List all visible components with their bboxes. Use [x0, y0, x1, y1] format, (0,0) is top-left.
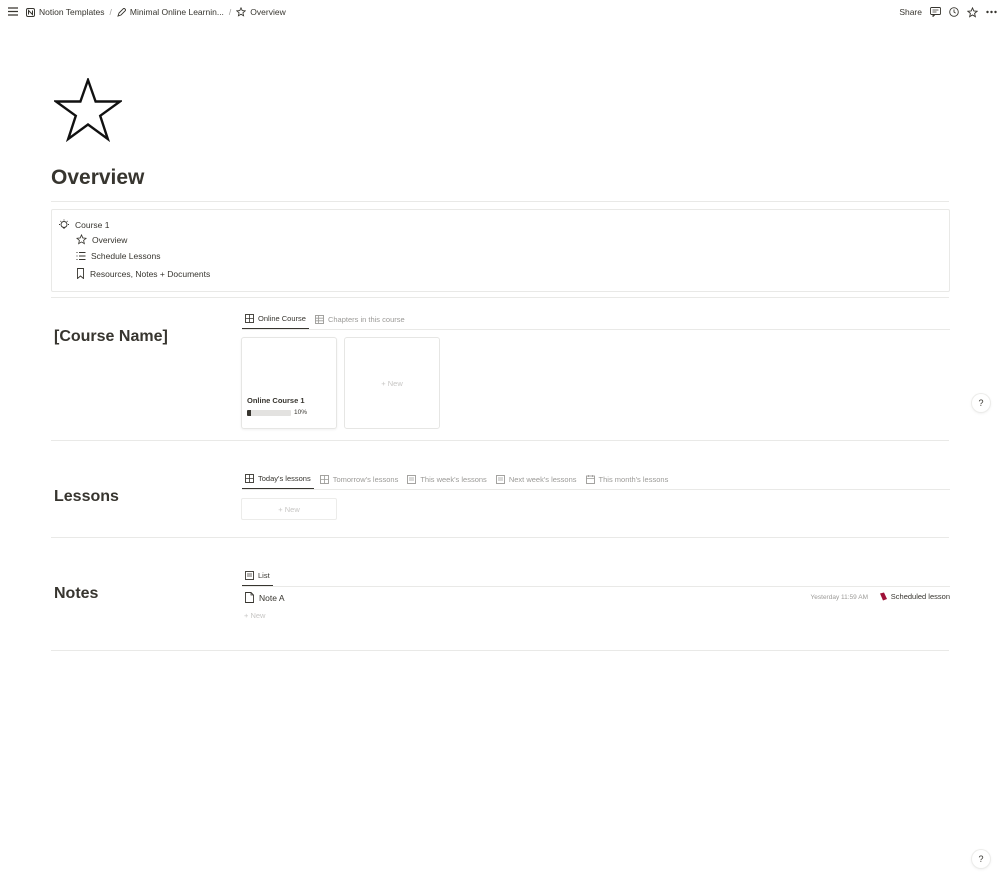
divider — [51, 440, 949, 441]
breadcrumb-minimal-online-learning[interactable]: Minimal Online Learnin... — [117, 7, 224, 17]
toc-course-label: Course 1 — [75, 220, 110, 230]
section-title-notes: Notes — [54, 585, 99, 602]
star-icon — [76, 234, 87, 245]
page-title: Overview — [51, 166, 145, 189]
new-lesson-button[interactable]: + New — [241, 498, 337, 520]
new-card-button[interactable]: + New — [344, 337, 440, 429]
star-icon — [236, 7, 247, 17]
help-button[interactable]: ? — [972, 394, 990, 412]
top-bar: Notion Templates / Minimal Online Learni… — [0, 0, 1005, 24]
toc-item-schedule-lessons[interactable]: Schedule Lessons — [76, 251, 160, 261]
gallery-icon — [245, 314, 254, 323]
divider — [51, 537, 949, 538]
course-nav-box: Course 1 Overview Schedule Lessons Resou… — [51, 209, 950, 292]
lightbulb-icon — [58, 219, 70, 231]
tab-label: This week's lessons — [420, 475, 487, 484]
tab-this-weeks-lessons[interactable]: This week's lessons — [404, 475, 489, 489]
note-title-label: Note A — [259, 592, 285, 603]
card-title: Online Course 1 — [247, 396, 305, 405]
favorite-star-icon[interactable] — [967, 6, 978, 18]
bookmark-icon — [76, 268, 85, 279]
tab-label: Chapters in this course — [327, 315, 405, 324]
divider — [51, 297, 949, 298]
notion-icon — [26, 7, 35, 17]
section-title-lessons: Lessons — [54, 488, 119, 505]
clock-icon[interactable] — [949, 7, 959, 17]
tab-label: Online Course — [258, 314, 306, 323]
checklist-icon — [76, 251, 86, 261]
breadcrumb-separator: / — [228, 7, 232, 17]
breadcrumb-overview[interactable]: Overview — [236, 7, 286, 17]
status-badge-label: Scheduled lesson — [890, 592, 950, 601]
course-tabs: Online Course Chapters in this course — [242, 311, 411, 329]
more-icon[interactable] — [986, 10, 997, 14]
tab-label: Next week's lessons — [508, 475, 577, 484]
toc-item-overview[interactable]: Overview — [76, 234, 127, 245]
tab-label: Tomorrow's lessons — [332, 475, 399, 484]
tab-next-weeks-lessons[interactable]: Next week's lessons — [493, 475, 580, 489]
toc-item-label: Resources, Notes + Documents — [90, 268, 211, 279]
calendar-icon — [585, 475, 595, 484]
tab-underline — [242, 329, 950, 330]
lessons-tabs: Today's lessons Tomorrow's lessons This … — [242, 471, 674, 489]
help-button[interactable]: ? — [972, 850, 990, 868]
list-item[interactable]: Note A Yesterday 11:59 AM Scheduled less… — [242, 592, 950, 606]
section-title-course: [Course Name] — [54, 328, 168, 345]
tab-this-months-lessons[interactable]: This month's lessons — [583, 475, 672, 489]
book-icon — [879, 592, 888, 601]
progress-fill — [247, 410, 252, 416]
tab-tomorrows-lessons[interactable]: Tomorrow's lessons — [317, 475, 402, 489]
list-icon — [245, 571, 254, 580]
divider — [51, 201, 949, 202]
share-button[interactable]: Share — [899, 7, 922, 17]
table-icon — [315, 315, 324, 324]
gallery-card[interactable]: Online Course 1 10% — [241, 337, 337, 429]
list-icon — [407, 475, 417, 484]
tab-label: Today's lessons — [258, 474, 311, 483]
tab-underline — [242, 586, 950, 587]
tab-label: This month's lessons — [598, 475, 669, 484]
pencil-icon — [117, 7, 126, 17]
progress-label: 10% — [294, 409, 308, 416]
gallery-icon — [245, 474, 254, 483]
breadcrumb-separator: / — [109, 7, 112, 17]
notes-tabs: List — [242, 568, 276, 586]
status-badge: Scheduled lesson — [879, 592, 950, 601]
breadcrumb-label: Overview — [250, 7, 286, 17]
divider — [51, 650, 949, 651]
menu-icon[interactable] — [8, 7, 18, 16]
breadcrumb: Notion Templates / Minimal Online Learni… — [26, 0, 286, 24]
breadcrumb-notion-templates[interactable]: Notion Templates — [26, 7, 105, 17]
breadcrumb-label: Minimal Online Learnin... — [129, 7, 224, 17]
toc-item-label: Overview — [92, 234, 128, 245]
tab-list[interactable]: List — [242, 571, 273, 586]
progress-bar — [247, 410, 291, 416]
gallery-icon — [319, 475, 329, 484]
tab-online-course[interactable]: Online Course — [242, 314, 309, 329]
breadcrumb-label: Notion Templates — [39, 7, 105, 17]
comment-icon[interactable] — [930, 7, 941, 17]
tab-underline — [242, 489, 950, 490]
note-title[interactable]: Note A — [245, 592, 285, 603]
page-icon — [245, 592, 254, 603]
tab-todays-lessons[interactable]: Today's lessons — [242, 474, 314, 489]
toc-item-resources[interactable]: Resources, Notes + Documents — [76, 268, 210, 279]
star-outline-icon[interactable] — [54, 78, 122, 142]
tab-label: List — [258, 571, 270, 580]
topbar-actions: Share — [899, 0, 997, 24]
toc-item-label: Schedule Lessons — [91, 251, 161, 261]
toc-course[interactable]: Course 1 — [58, 219, 110, 231]
note-timestamp: Yesterday 11:59 AM — [810, 594, 868, 601]
new-note-button[interactable]: + New — [244, 611, 265, 620]
tab-chapters[interactable]: Chapters in this course — [312, 315, 408, 329]
list-icon — [495, 475, 505, 484]
